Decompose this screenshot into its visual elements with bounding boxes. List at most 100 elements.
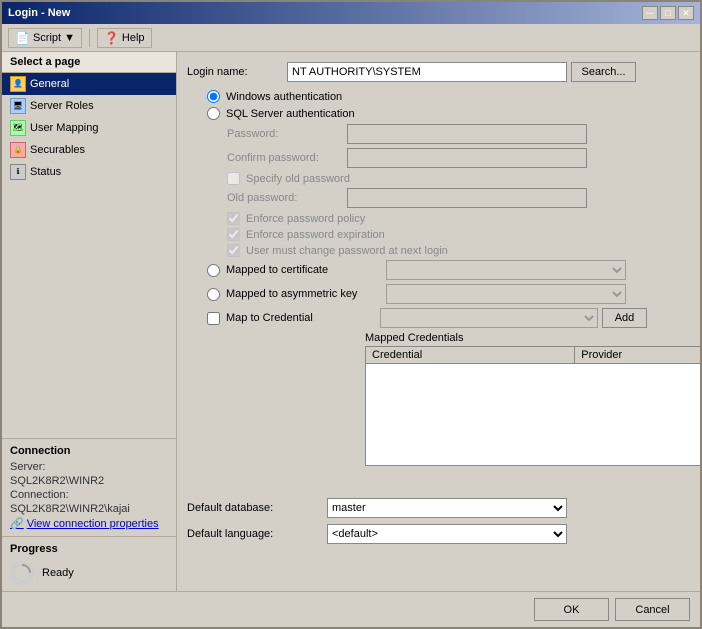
cancel-button[interactable]: Cancel	[615, 598, 690, 621]
sidebar-item-general[interactable]: 👤 General	[2, 73, 176, 95]
password-label: Password:	[227, 128, 347, 140]
credentials-table: Credential Provider	[366, 347, 700, 364]
connection-label: Connection:	[10, 489, 168, 501]
specify-old-password-row: Specify old password	[227, 172, 690, 185]
search-button[interactable]: Search...	[571, 62, 636, 82]
windows-auth-label: Windows authentication	[226, 91, 342, 103]
user-must-change-label: User must change password at next login	[246, 245, 448, 257]
sidebar-header: Select a page	[2, 52, 176, 73]
enforce-expiration-row: Enforce password expiration	[227, 228, 690, 241]
progress-spinner	[10, 561, 34, 585]
default-language-label: Default language:	[187, 528, 327, 540]
server-label: Server:	[10, 461, 168, 473]
script-icon: 📄	[15, 31, 30, 45]
general-icon: 👤	[10, 76, 26, 92]
spinner-svg	[12, 563, 32, 583]
help-icon: ❓	[104, 31, 119, 45]
mapped-to-key-select[interactable]	[386, 284, 626, 304]
main-content: Select a page 👤 General 🖥 Server Roles 🗺…	[2, 52, 700, 591]
login-name-row: Login name: Search...	[187, 62, 690, 82]
mapped-to-cert-select[interactable]	[386, 260, 626, 280]
window-title: Login - New	[8, 7, 70, 19]
login-name-label: Login name:	[187, 66, 287, 78]
enforce-expiration-label: Enforce password expiration	[246, 229, 385, 241]
map-credential-row: Map to Credential Add	[207, 308, 690, 328]
add-credential-button[interactable]: Add	[602, 308, 647, 328]
old-password-input[interactable]	[347, 188, 587, 208]
server-value: SQL2K8R2\WINR2	[10, 475, 168, 487]
map-to-credential-select[interactable]	[380, 308, 598, 328]
sidebar-item-server-roles[interactable]: 🖥 Server Roles	[2, 95, 176, 117]
default-database-select[interactable]: master	[327, 498, 567, 518]
default-database-label: Default database:	[187, 502, 327, 514]
enforce-expiration-checkbox[interactable]	[227, 228, 240, 241]
sidebar: Select a page 👤 General 🖥 Server Roles 🗺…	[2, 52, 177, 591]
default-language-row: Default language: <default>	[187, 524, 690, 544]
auth-radio-group: Windows authentication SQL Server authen…	[207, 90, 690, 120]
user-must-change-checkbox[interactable]	[227, 244, 240, 257]
confirm-password-input[interactable]	[347, 148, 587, 168]
right-panel: Login name: Search... Windows authentica…	[177, 52, 700, 591]
credentials-table-container: Credential Provider	[365, 346, 700, 466]
mapped-to-cert-label: Mapped to certificate	[226, 264, 386, 276]
mapped-credentials-label: Mapped Credentials	[365, 332, 690, 344]
main-window: Login - New ─ □ ✕ 📄 Script ▼ ❓ Help Sele…	[0, 0, 702, 629]
specify-old-password-checkbox[interactable]	[227, 172, 240, 185]
view-connection-properties-link[interactable]: 🔗 View connection properties	[10, 517, 168, 530]
confirm-password-row: Confirm password:	[227, 148, 690, 168]
mapped-to-cert-radio[interactable]	[207, 264, 220, 277]
windows-auth-radio[interactable]	[207, 90, 220, 103]
credential-col-header: Credential	[366, 347, 575, 364]
default-database-row: Default database: master	[187, 498, 690, 518]
mapped-to-key-label: Mapped to asymmetric key	[226, 288, 386, 300]
close-button[interactable]: ✕	[678, 6, 694, 20]
ok-button[interactable]: OK	[534, 598, 609, 621]
old-password-row: Old password:	[227, 188, 690, 208]
sidebar-label-general: General	[30, 78, 69, 90]
progress-section: Progress Ready	[2, 536, 176, 591]
securables-icon: 🔒	[10, 142, 26, 158]
sql-auth-label: SQL Server authentication	[226, 108, 355, 120]
sidebar-item-status[interactable]: ℹ Status	[2, 161, 176, 183]
map-to-credential-checkbox[interactable]	[207, 312, 220, 325]
link-icon: 🔗	[10, 517, 24, 530]
help-label: Help	[122, 32, 145, 44]
status-icon: ℹ	[10, 164, 26, 180]
minimize-button[interactable]: ─	[642, 6, 658, 20]
help-button[interactable]: ❓ Help	[97, 28, 152, 48]
user-must-change-row: User must change password at next login	[227, 244, 690, 257]
connection-link-label: View connection properties	[27, 518, 159, 530]
enforce-policy-label: Enforce password policy	[246, 213, 365, 225]
script-dropdown-arrow: ▼	[64, 32, 75, 44]
progress-header: Progress	[10, 543, 168, 555]
sidebar-item-securables[interactable]: 🔒 Securables	[2, 139, 176, 161]
title-bar-buttons: ─ □ ✕	[642, 6, 694, 20]
map-to-credential-label: Map to Credential	[226, 312, 380, 324]
password-input[interactable]	[347, 124, 587, 144]
confirm-password-label: Confirm password:	[227, 152, 347, 164]
sql-auth-radio[interactable]	[207, 107, 220, 120]
connection-section: Connection Server: SQL2K8R2\WINR2 Connec…	[2, 438, 176, 536]
server-roles-icon: 🖥	[10, 98, 26, 114]
password-row: Password:	[227, 124, 690, 144]
windows-auth-row: Windows authentication	[207, 90, 690, 103]
provider-col-header: Provider	[575, 347, 700, 364]
connection-value: SQL2K8R2\WINR2\kajai	[10, 503, 168, 515]
sidebar-item-user-mapping[interactable]: 🗺 User Mapping	[2, 117, 176, 139]
sql-auth-row: SQL Server authentication	[207, 107, 690, 120]
specify-old-password-label: Specify old password	[246, 173, 350, 185]
login-name-input[interactable]	[287, 62, 567, 82]
script-label: Script	[33, 32, 61, 44]
mapped-to-key-radio[interactable]	[207, 288, 220, 301]
maximize-button[interactable]: □	[660, 6, 676, 20]
mapped-to-cert-row: Mapped to certificate	[207, 260, 690, 280]
mapped-to-key-row: Mapped to asymmetric key	[207, 284, 690, 304]
sidebar-items: 👤 General 🖥 Server Roles 🗺 User Mapping …	[2, 73, 176, 438]
default-language-select[interactable]: <default>	[327, 524, 567, 544]
sidebar-label-securables: Securables	[30, 144, 85, 156]
old-password-label: Old password:	[227, 192, 347, 204]
script-button[interactable]: 📄 Script ▼	[8, 28, 82, 48]
sidebar-label-status: Status	[30, 166, 61, 178]
enforce-policy-checkbox[interactable]	[227, 212, 240, 225]
connection-header: Connection	[10, 445, 168, 457]
